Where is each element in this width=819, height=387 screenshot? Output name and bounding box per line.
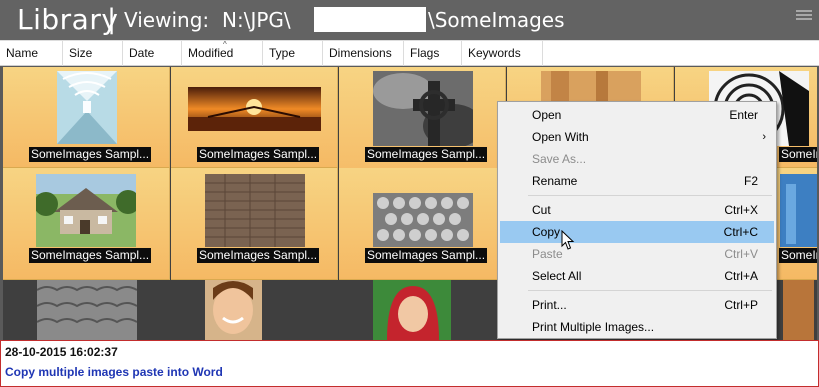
pattern-photo-icon (373, 193, 473, 247)
path-prefix: N:\JPG\ (222, 8, 291, 32)
menu-item-open-with[interactable]: Open With › (500, 126, 774, 148)
column-header-bar: Name Size Date Modified Type Dimensions … (0, 40, 819, 66)
viewing-label: Viewing: (124, 8, 210, 32)
thumbnail-item[interactable]: SomeImages Sampl... (171, 67, 338, 168)
menu-separator (528, 290, 772, 291)
title-separator: | (107, 4, 117, 35)
chevron-right-icon: › (762, 131, 766, 143)
mouse-cursor-icon (561, 230, 575, 250)
smiling-woman-photo-icon (205, 280, 262, 340)
menu-item-save-as: Save As... (532, 152, 587, 166)
menu-item-select-all[interactable]: Select All Ctrl+A (500, 265, 774, 287)
column-keywords[interactable]: Keywords (462, 41, 543, 66)
thumbnail-caption: SomeImages Sampl... (29, 248, 152, 263)
menu-item-print[interactable]: Print... Ctrl+P (500, 294, 774, 316)
menu-item-open[interactable]: Open Enter (500, 104, 774, 126)
red-hood-photo-icon (373, 280, 451, 340)
thumbnail-item[interactable] (3, 280, 170, 340)
library-title: Library (17, 3, 119, 36)
sort-indicator-icon: ^ (223, 40, 227, 49)
column-dimensions[interactable]: Dimensions (323, 41, 404, 66)
redacted-path-segment (314, 7, 426, 32)
column-size[interactable]: Size (63, 41, 123, 66)
status-timestamp: 28-10-2015 16:02:37 (5, 345, 118, 359)
context-menu: Open Enter Open With › Save As... Rename… (497, 101, 777, 339)
menu-icon[interactable] (796, 10, 812, 24)
menu-item-rename[interactable]: Rename F2 (500, 170, 774, 192)
status-bar: 28-10-2015 16:02:37 Copy multiple images… (0, 340, 819, 387)
menu-item-cut[interactable]: Cut Ctrl+X (500, 199, 774, 221)
menu-item-copy[interactable]: Copy Ctrl+C (500, 221, 774, 243)
house-photo-icon (36, 174, 136, 247)
thumbnail-caption: SomeImages Sampl... (365, 248, 488, 263)
blue-building-photo-icon (780, 174, 817, 247)
thumbnail-caption: SomeImages Sampl... (365, 147, 488, 162)
orange-photo-icon (783, 280, 814, 340)
folder-name: \SomeImages (428, 8, 565, 32)
sunset-pier-photo-icon (188, 87, 321, 131)
thumbnail-item[interactable]: SomeImages Sampl... (3, 168, 170, 280)
menu-item-print-multiple[interactable]: Print Multiple Images... (500, 316, 774, 338)
corridor-photo-icon (57, 71, 117, 144)
thumbnail-caption: SomeImages Sampl... (197, 248, 320, 263)
menu-item-paste: Paste Ctrl+V (532, 247, 758, 261)
column-date[interactable]: Date (123, 41, 182, 66)
thumbnail-item[interactable] (171, 280, 338, 340)
thumbnail-item[interactable]: SomeImages Sampl... (339, 168, 506, 280)
brick-wall-photo-icon (205, 174, 305, 247)
thumbnail-caption: SomeImages Sampl... (779, 147, 817, 162)
column-name[interactable]: Name (0, 41, 63, 66)
column-flags[interactable]: Flags (404, 41, 462, 66)
thumbnail-item[interactable] (339, 280, 506, 340)
thumbnail-caption: SomeImages Sampl... (197, 147, 320, 162)
thumbnail-item[interactable]: SomeImages Sampl... (3, 67, 170, 168)
column-type[interactable]: Type (263, 41, 323, 66)
library-window: Library | Viewing: N:\JPG\ \SomeImages N… (0, 0, 819, 387)
menu-separator (528, 195, 772, 196)
thumbnail-item[interactable]: SomeImages Sampl... (171, 168, 338, 280)
celtic-cross-photo-icon (373, 71, 473, 146)
roof-tiles-photo-icon (37, 280, 137, 340)
thumbnail-caption: SomeImages Sampl... (29, 147, 152, 162)
title-bar: Library | Viewing: N:\JPG\ \SomeImages (0, 0, 819, 40)
status-note: Copy multiple images paste into Word (5, 365, 223, 379)
thumbnail-caption: SomeImages Sampl... (779, 248, 817, 263)
